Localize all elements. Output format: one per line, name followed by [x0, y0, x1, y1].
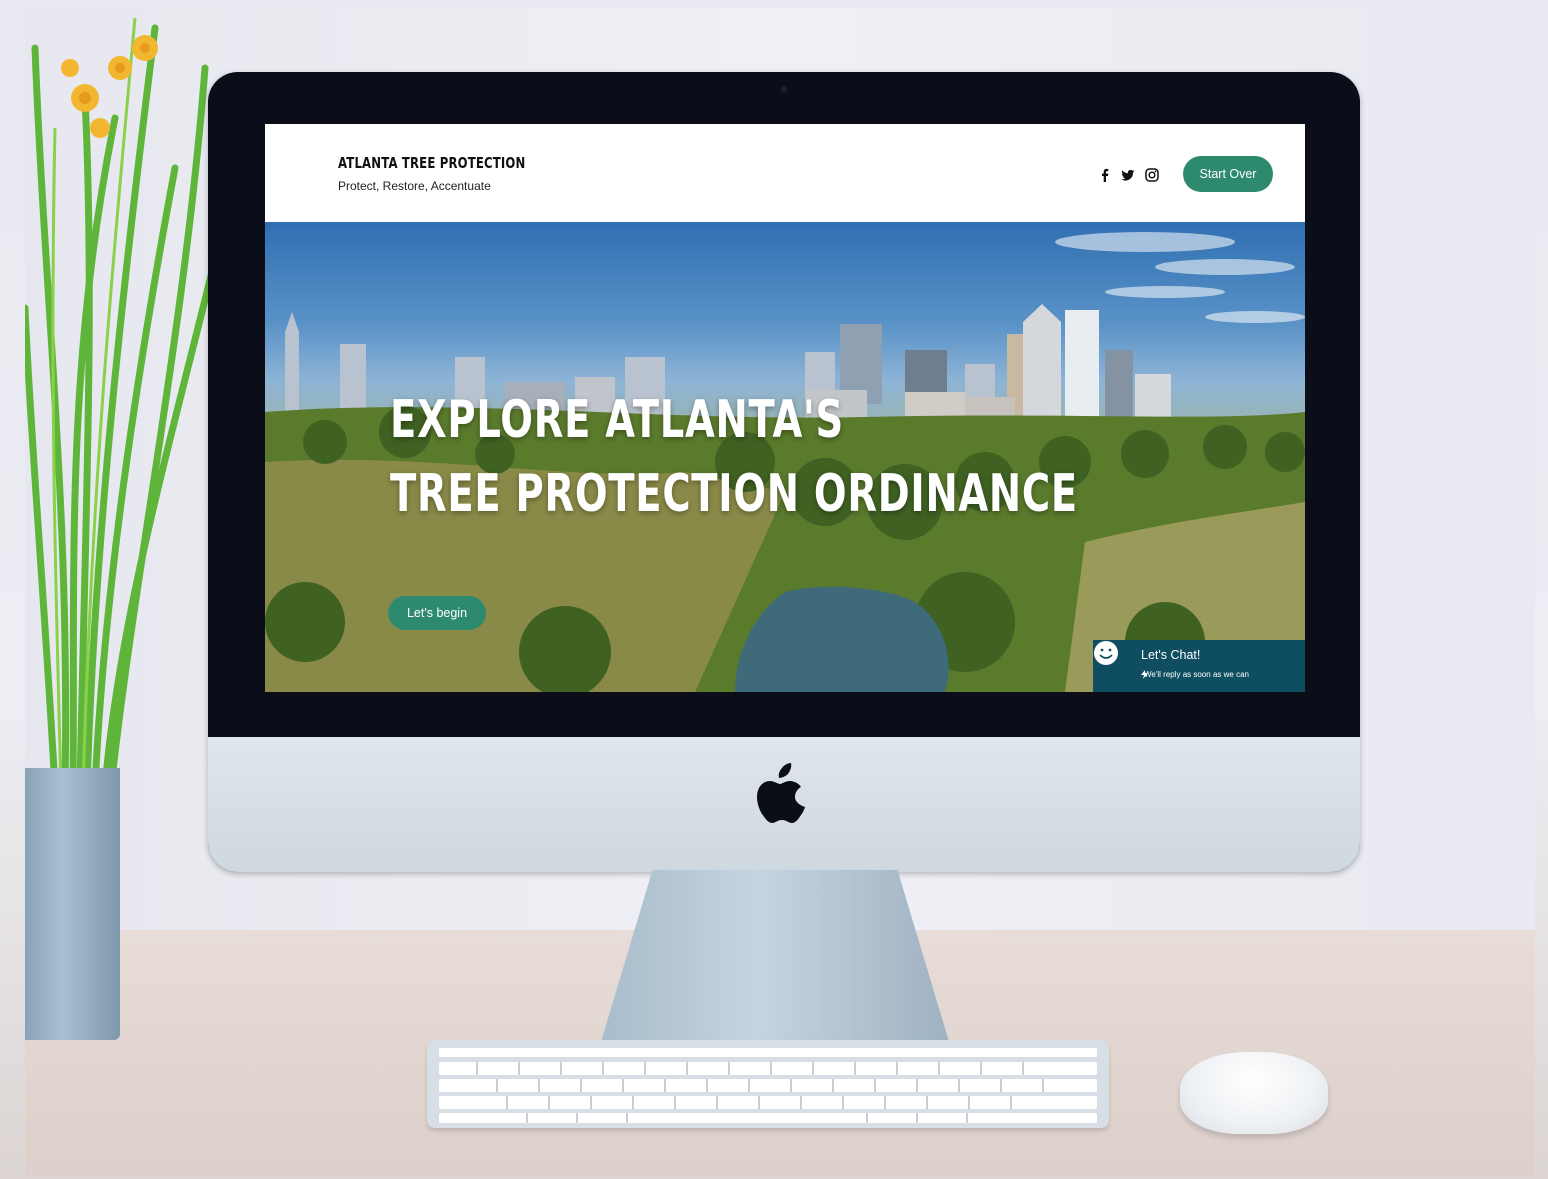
camera-dot — [781, 86, 787, 92]
chat-title: Let's Chat! — [1141, 648, 1201, 662]
browser-viewport: ATLANTA TREE PROTECTION Protect, Restore… — [265, 124, 1305, 692]
flower-pot — [25, 768, 120, 1040]
start-over-button[interactable]: Start Over — [1183, 156, 1273, 192]
site-header: ATLANTA TREE PROTECTION Protect, Restore… — [265, 124, 1305, 222]
facebook-icon[interactable] — [1098, 168, 1112, 182]
hero-heading-line1: EXPLORE ATLANTA'S — [390, 390, 845, 450]
lightning-bolt-icon — [1141, 670, 1148, 679]
chat-subtitle-text: We'll reply as soon as we can — [1144, 670, 1249, 679]
instagram-icon[interactable] — [1145, 168, 1159, 182]
smiley-face-icon — [1094, 641, 1118, 665]
hero-heading-line2: TREE PROTECTION ORDINANCE — [390, 464, 1078, 524]
hero-banner: EXPLORE ATLANTA'S TREE PROTECTION ORDINA… — [265, 222, 1305, 692]
chat-subtitle: We'll reply as soon as we can — [1141, 670, 1249, 679]
mouse — [1180, 1052, 1328, 1134]
apple-logo-icon — [757, 763, 805, 823]
monitor-stand — [600, 870, 950, 1045]
chat-widget[interactable]: Let's Chat! We'll reply as soon as we ca… — [1093, 640, 1305, 692]
lets-begin-button[interactable]: Let's begin — [388, 596, 486, 630]
keyboard — [427, 1040, 1109, 1128]
twitter-icon[interactable] — [1121, 168, 1135, 182]
brand-tagline: Protect, Restore, Accentuate — [338, 179, 491, 193]
brand-title[interactable]: ATLANTA TREE PROTECTION — [338, 154, 525, 172]
